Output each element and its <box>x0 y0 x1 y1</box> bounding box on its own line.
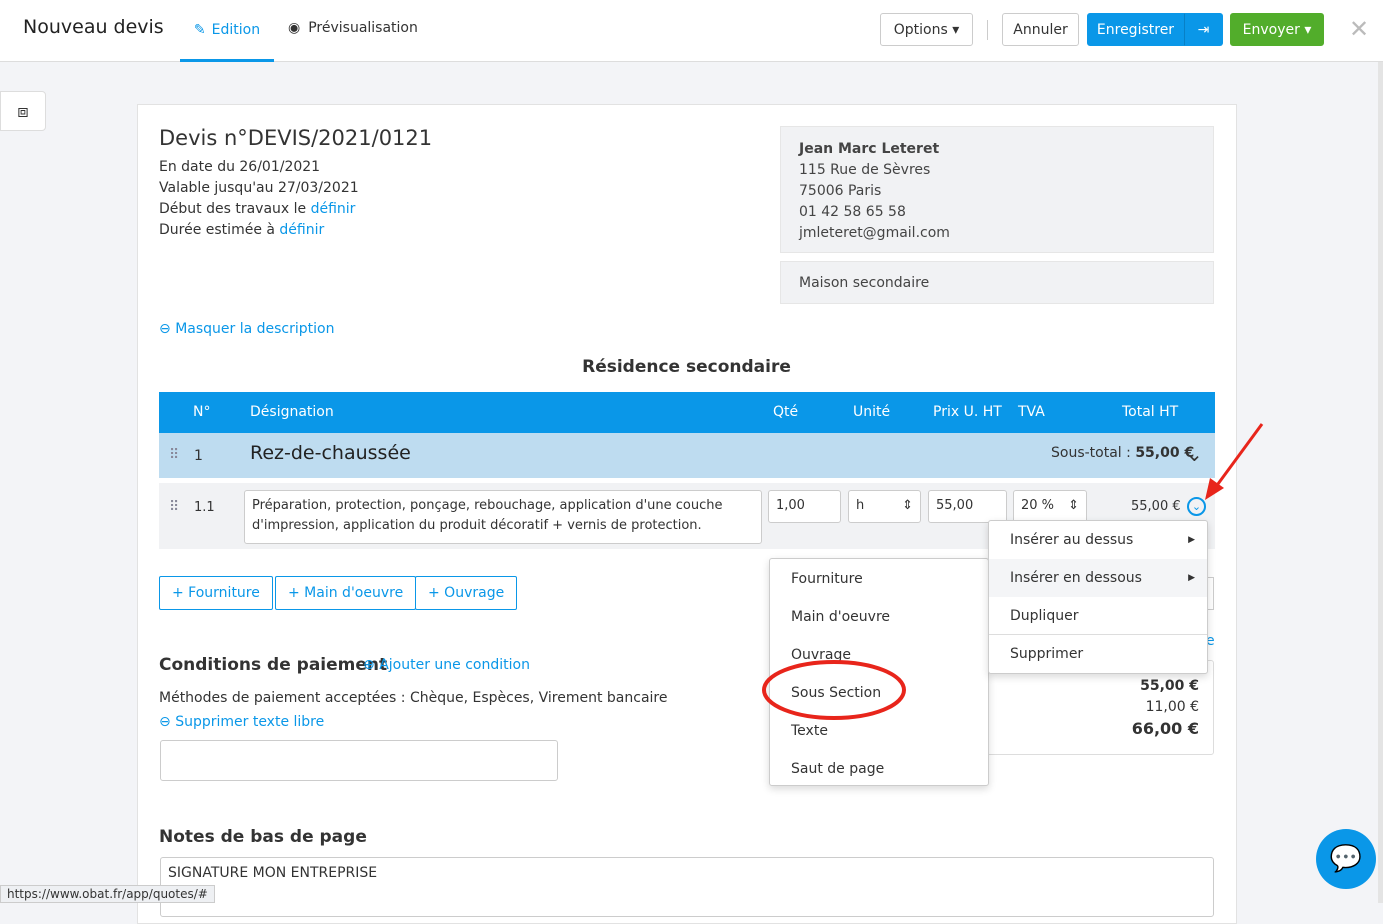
send-button[interactable]: Envoyer ▾ <box>1230 13 1324 46</box>
payment-methods: Méthodes de paiement acceptées : Chèque,… <box>159 690 668 706</box>
footer-notes-input[interactable]: SIGNATURE MON ENTREPRISE <box>160 857 1214 917</box>
define-duration-link[interactable]: définir <box>279 222 324 238</box>
status-url: https://www.obat.fr/app/quotes/# <box>0 885 215 903</box>
remove-free-text-link[interactable]: ⊖ Supprimer texte libre <box>159 714 324 730</box>
define-start-link[interactable]: définir <box>311 201 356 217</box>
options-button[interactable]: Options ▾ <box>880 13 973 46</box>
menu-item-text[interactable]: Texte <box>770 712 988 750</box>
client-card[interactable]: Jean Marc Leteret 115 Rue de Sèvres 7500… <box>780 126 1214 253</box>
tva-select[interactable]: 20 % ⇕ <box>1013 490 1087 523</box>
insert-submenu: Fourniture Main d'oeuvre Ouvrage Sous Se… <box>769 558 989 786</box>
save-exit-icon[interactable]: ⇥ <box>1184 13 1223 46</box>
section-title[interactable]: Rez-de-chaussée <box>250 442 411 464</box>
line-chevron-icon[interactable]: ⌄ <box>1187 497 1206 516</box>
add-work-button[interactable]: + Ouvrage <box>415 576 518 610</box>
site-card[interactable]: Maison secondaire <box>780 261 1214 304</box>
menu-item-labor[interactable]: Main d'oeuvre <box>770 598 988 636</box>
add-condition-link[interactable]: ⊕ Ajouter une condition <box>363 657 530 673</box>
line-context-menu: Insérer au dessus ▶ Insérer en dessous ▶ D… <box>988 520 1208 674</box>
add-labor-button[interactable]: + Main d'oeuvre <box>275 576 417 610</box>
quote-number: Devis n°DEVIS/2021/0121 <box>159 126 433 150</box>
quote-info: En date du 26/01/2021 Valable jusqu'au 2… <box>159 159 359 238</box>
save-button[interactable]: Enregistrer <box>1087 13 1184 46</box>
tab-edition[interactable]: ✎ Edition <box>180 0 274 62</box>
menu-item-insert-below[interactable]: Insérer en dessous ▶ <box>989 559 1207 597</box>
quantity-input[interactable]: 1,00 <box>768 490 841 523</box>
page-title: Nouveau devis <box>23 16 164 38</box>
box-icon[interactable]: ⧈ <box>0 91 46 131</box>
eye-icon: ◉ <box>288 20 301 36</box>
top-bar: Nouveau devis ✎ Edition ◉ Prévisualisation… <box>0 0 1383 62</box>
drag-handle-icon[interactable]: ⠿ <box>169 447 179 463</box>
section-chevron-icon[interactable]: ⌄ <box>1186 442 1203 466</box>
project-title: Résidence secondaire <box>582 357 791 377</box>
scrollbar[interactable] <box>1378 62 1383 903</box>
menu-item-subsection[interactable]: Sous Section <box>770 674 988 712</box>
unit-select[interactable]: h ⇕ <box>848 490 921 523</box>
table-header: N° Désignation Qté Unité Prix U. HT TVA … <box>159 392 1215 433</box>
menu-item-delete[interactable]: Supprimer <box>989 635 1207 673</box>
divider <box>987 20 988 40</box>
section-row: ⠿ 1 Rez-de-chaussée Sous-total : 55,00 €… <box>159 433 1215 478</box>
add-supply-button[interactable]: + Fourniture <box>159 576 273 610</box>
tab-preview[interactable]: ◉ Prévisualisation <box>288 20 418 36</box>
drag-handle-icon[interactable]: ⠿ <box>169 499 179 515</box>
price-input[interactable]: 55,00 <box>928 490 1007 523</box>
totals-box: 55,00 € 11,00 € 66,00 € <box>985 660 1214 755</box>
menu-item-insert-above[interactable]: Insérer au dessus ▶ <box>989 521 1207 559</box>
designation-input[interactable]: Préparation, protection, ponçage, rebouc… <box>244 490 762 544</box>
chat-icon[interactable]: 💬 <box>1316 829 1376 889</box>
cancel-button[interactable]: Annuler <box>1002 13 1079 46</box>
menu-item-duplicate[interactable]: Dupliquer <box>989 597 1207 635</box>
menu-item-work[interactable]: Ouvrage <box>770 636 988 674</box>
footer-notes-title: Notes de bas de page <box>159 827 367 847</box>
menu-item-page-break[interactable]: Saut de page <box>770 750 988 788</box>
payment-title: Conditions de paiement <box>159 655 388 675</box>
pencil-icon: ✎ <box>193 21 206 38</box>
close-icon[interactable]: ✕ <box>1349 15 1369 43</box>
menu-item-supply[interactable]: Fourniture <box>770 560 988 598</box>
hide-description-link[interactable]: ⊖ Masquer la description <box>159 321 334 337</box>
free-text-input[interactable] <box>160 740 558 781</box>
